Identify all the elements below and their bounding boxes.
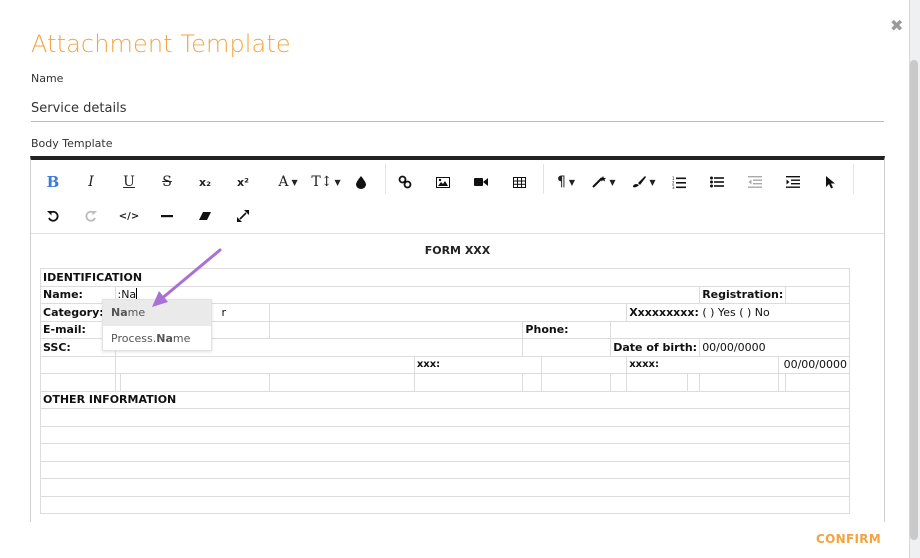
- other-information-heading: OTHER INFORMATION: [40, 390, 850, 409]
- registration-label-cell: Registration:: [699, 285, 787, 304]
- blank-cell[interactable]: [626, 373, 689, 392]
- blank-cell[interactable]: [120, 373, 271, 392]
- match-rest: me: [127, 306, 146, 319]
- horizontal-rule-icon[interactable]: [153, 202, 181, 230]
- bold-icon[interactable]: B: [39, 168, 67, 196]
- blank-cell[interactable]: [40, 373, 116, 392]
- magic-icon[interactable]: ▼: [587, 168, 621, 196]
- indent-icon[interactable]: [779, 168, 807, 196]
- xxxx-cell: Xxxxxxxxx: ( ) Yes ( ) No: [626, 303, 850, 322]
- blank-cell[interactable]: [540, 373, 612, 392]
- other-info-row[interactable]: [40, 460, 850, 479]
- close-icon[interactable]: ✖: [890, 16, 903, 35]
- editor-toolbar: B I U S x₂ x² A ▼ T↕ ▼ ¶ ▼ ▼ ▼ 123 </>: [31, 160, 884, 234]
- other-info-row[interactable]: [40, 478, 850, 497]
- color-icon[interactable]: [347, 168, 375, 196]
- subscript-icon[interactable]: x₂: [191, 168, 219, 196]
- xxx-label-cell: xxx:: [413, 355, 542, 374]
- xxxx-label: Xxxxxxxxx:: [629, 305, 699, 319]
- name-input[interactable]: [31, 96, 884, 122]
- blank-cell[interactable]: [785, 373, 850, 392]
- dropdown-caret-icon: ▼: [568, 177, 576, 187]
- underline-icon[interactable]: U: [115, 168, 143, 196]
- yes-no-options: ( ) Yes ( ) No: [702, 305, 770, 319]
- phone-label-cell: Phone:: [522, 320, 612, 339]
- registration-value-cell[interactable]: [785, 285, 850, 304]
- blank-cell[interactable]: [778, 373, 787, 392]
- unordered-list-icon[interactable]: [703, 168, 731, 196]
- link-icon[interactable]: [391, 168, 419, 196]
- attachment-template-modal: ✖ Attachment Template Name Body Template…: [0, 0, 910, 558]
- email-gap-cell[interactable]: [269, 320, 524, 339]
- blank-cell[interactable]: [40, 355, 116, 374]
- dob-label-cell: Date of birth:: [610, 338, 701, 357]
- xxxx2-label-cell: xxxx:: [626, 355, 780, 374]
- annotation-arrow-icon: [152, 248, 222, 307]
- image-icon[interactable]: [429, 168, 457, 196]
- eraser-icon[interactable]: [191, 202, 219, 230]
- svg-text:3: 3: [672, 185, 675, 189]
- blank-cell[interactable]: [699, 373, 780, 392]
- confirm-button[interactable]: CONFIRM: [816, 532, 881, 546]
- redo-icon[interactable]: [77, 202, 105, 230]
- video-icon[interactable]: [467, 168, 495, 196]
- paragraph-glyph: ¶: [556, 174, 566, 190]
- blank-cell[interactable]: [610, 373, 628, 392]
- blank-cell[interactable]: [413, 373, 524, 392]
- dropdown-caret-icon: ▼: [291, 177, 298, 187]
- body-template-label: Body Template: [31, 137, 113, 150]
- blank-cell[interactable]: [687, 373, 701, 392]
- scrollbar[interactable]: [910, 60, 918, 540]
- match-highlight: Na: [111, 306, 128, 319]
- dropdown-caret-icon: ▼: [649, 177, 656, 187]
- outdent-icon[interactable]: [741, 168, 769, 196]
- other-info-row[interactable]: [40, 443, 850, 462]
- font-size-icon[interactable]: T↕ ▼: [309, 168, 343, 196]
- dropdown-caret-icon: ▼: [334, 177, 341, 187]
- ssc-gap-cell[interactable]: [522, 338, 612, 357]
- category-gap-cell[interactable]: [269, 303, 628, 322]
- date-value-cell[interactable]: 00/00/0000: [778, 355, 850, 374]
- superscript-icon[interactable]: x²: [229, 168, 257, 196]
- blank-cell[interactable]: [522, 373, 542, 392]
- italic-icon[interactable]: I: [77, 168, 105, 196]
- fullscreen-icon[interactable]: [229, 202, 257, 230]
- font-size-glyph: T↕: [311, 174, 333, 190]
- match-highlight: Na: [156, 332, 173, 345]
- other-info-row[interactable]: [40, 495, 850, 514]
- paragraph-icon[interactable]: ¶ ▼: [549, 168, 583, 196]
- brush-icon[interactable]: ▼: [627, 168, 661, 196]
- dropdown-caret-icon: ▼: [609, 177, 616, 187]
- phone-value-cell[interactable]: [610, 320, 850, 339]
- blank-cell[interactable]: [114, 355, 415, 374]
- code-view-icon[interactable]: </>: [115, 202, 143, 230]
- undo-icon[interactable]: [39, 202, 67, 230]
- table-icon[interactable]: [505, 168, 533, 196]
- modal-title: Attachment Template: [31, 30, 291, 58]
- select-icon[interactable]: [817, 168, 845, 196]
- other-info-row[interactable]: [40, 425, 850, 444]
- ordered-list-icon[interactable]: 123: [665, 168, 693, 196]
- match-rest: me: [172, 332, 191, 345]
- autocomplete-item-process-name[interactable]: Process.Name: [103, 326, 211, 352]
- font-family-icon[interactable]: A ▼: [271, 168, 305, 196]
- font-family-glyph: A: [278, 174, 289, 190]
- blank-cell[interactable]: [269, 373, 415, 392]
- dob-value-cell[interactable]: 00/00/0000: [699, 338, 850, 357]
- other-info-row[interactable]: [40, 408, 850, 427]
- name-label: Name: [31, 72, 64, 85]
- match-prefix: Process.: [111, 332, 157, 345]
- blank-cell[interactable]: [540, 355, 628, 374]
- strikethrough-icon[interactable]: S: [153, 168, 181, 196]
